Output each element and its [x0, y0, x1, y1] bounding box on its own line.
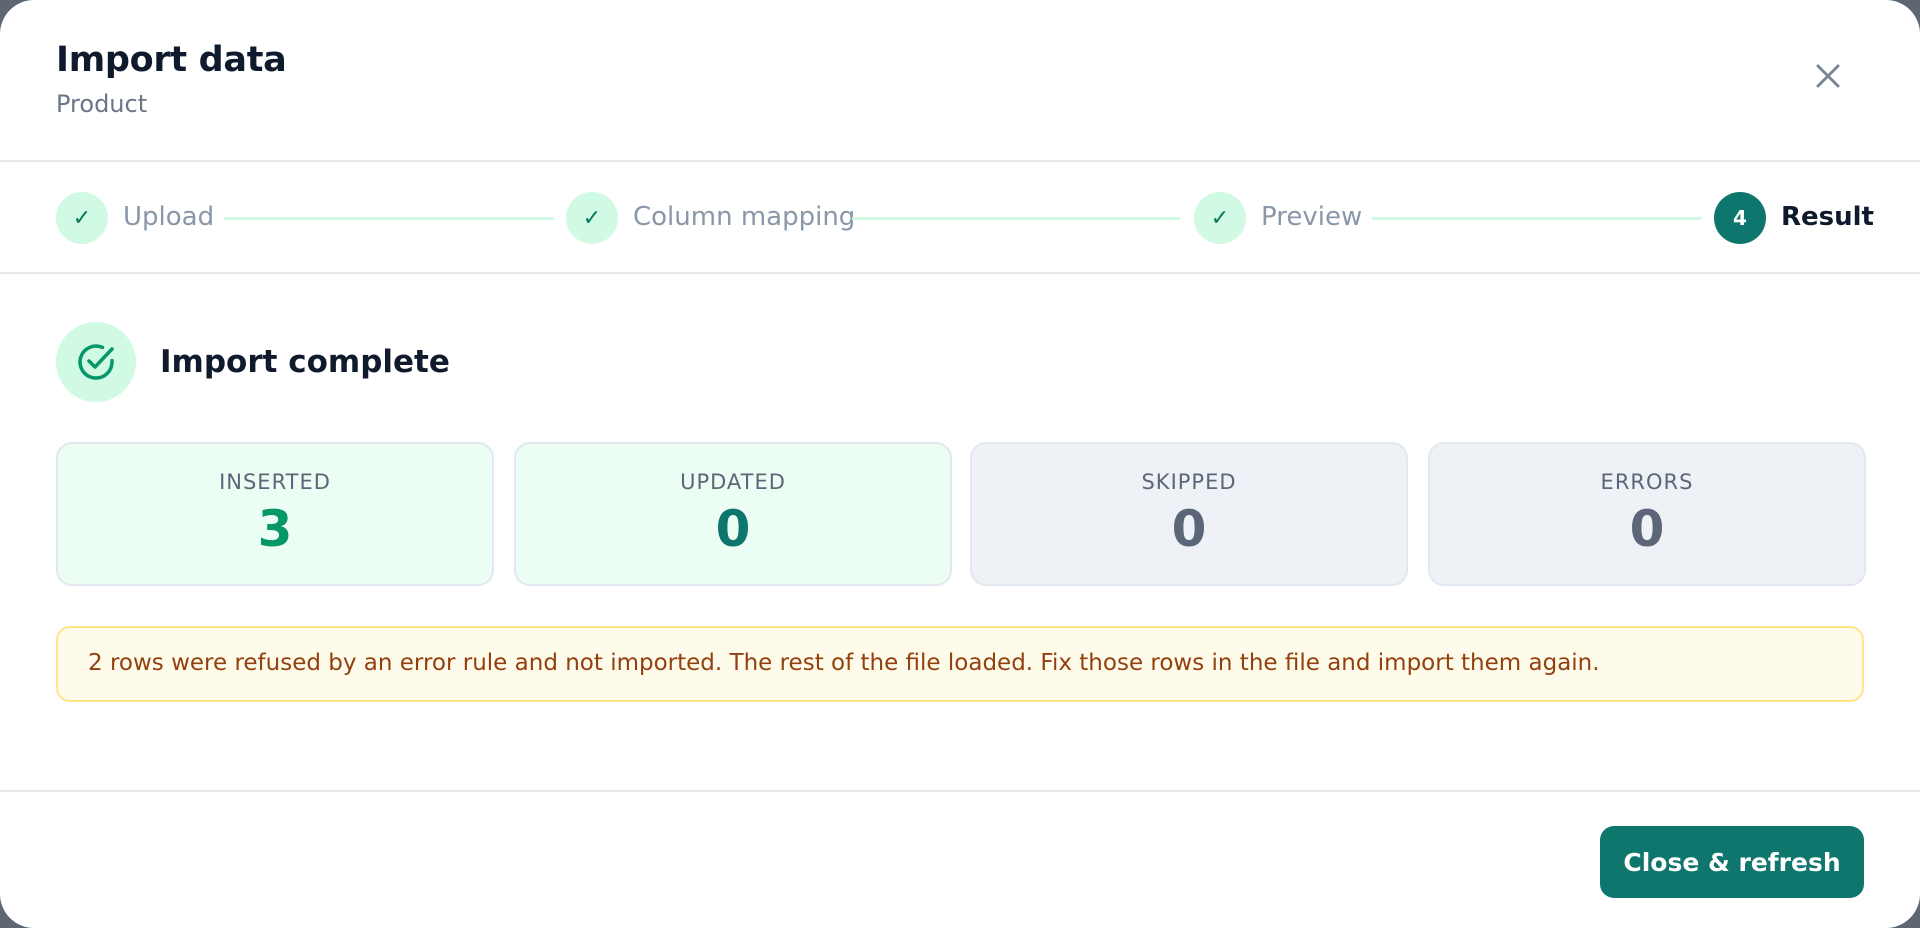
stat-card-updated: UPDATED 0 — [514, 442, 952, 586]
dialog-subtitle: Product — [56, 90, 148, 118]
close-and-refresh-button[interactable]: Close & refresh — [1600, 826, 1864, 898]
warning-notice-text: 2 rows were refused by an error rule and… — [88, 650, 1600, 676]
stat-label: SKIPPED — [1141, 470, 1237, 494]
stat-value: 3 — [257, 500, 293, 558]
step-connector — [852, 217, 1180, 220]
step-column-mapping-label: Column mapping — [633, 202, 856, 232]
step-column-mapping-check-icon: ✓ — [566, 192, 618, 244]
stat-value: 0 — [1629, 500, 1665, 558]
warning-notice: 2 rows were refused by an error rule and… — [56, 626, 1864, 702]
dialog-title: Import data — [56, 40, 287, 80]
step-result-label: Result — [1781, 202, 1874, 232]
stepper: ✓ Upload ✓ Column mapping ✓ Preview 4 Re… — [0, 162, 1920, 274]
close-button[interactable] — [1810, 58, 1846, 94]
import-dialog: Import data Product ✓ Upload ✓ Column ma… — [0, 0, 1920, 928]
stat-label: ERRORS — [1600, 470, 1694, 494]
stat-card-errors: ERRORS 0 — [1428, 442, 1866, 586]
stat-card-skipped: SKIPPED 0 — [970, 442, 1408, 586]
step-upload-check-icon: ✓ — [56, 192, 108, 244]
step-connector — [224, 217, 554, 220]
stat-card-inserted: INSERTED 3 — [56, 442, 494, 586]
step-preview-label: Preview — [1261, 202, 1363, 232]
stat-label: INSERTED — [219, 470, 331, 494]
step-connector — [1372, 217, 1702, 220]
dialog-header: Import data Product — [0, 0, 1920, 162]
check-circle-icon — [56, 322, 136, 402]
status-title: Import complete — [160, 344, 450, 380]
stat-label: UPDATED — [680, 470, 786, 494]
dialog-footer: Close & refresh — [0, 790, 1920, 928]
stat-value: 0 — [1171, 500, 1207, 558]
step-preview-check-icon: ✓ — [1194, 192, 1246, 244]
stat-value: 0 — [715, 500, 751, 558]
step-upload-label: Upload — [123, 202, 215, 232]
step-result-number: 4 — [1714, 192, 1766, 244]
close-icon — [1816, 64, 1840, 88]
